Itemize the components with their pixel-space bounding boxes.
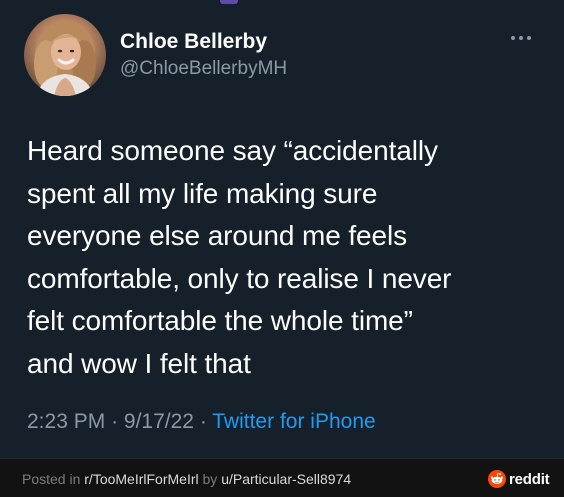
display-name[interactable]: Chloe Bellerby: [120, 30, 267, 54]
tweet-text-line: felt comfortable the whole time”: [27, 305, 413, 337]
avatar-image: [34, 20, 96, 96]
reddit-logo[interactable]: reddit: [488, 469, 550, 489]
reddit-footer: Posted in r/TooMeIrlForMeIrl by u/Partic…: [0, 458, 564, 497]
tweet-text-line: everyone else around me feels: [27, 220, 407, 252]
more-horizontal-icon: [511, 36, 531, 40]
meta-separator: ·: [199, 410, 213, 433]
tweet-text-line: comfortable, only to realise I never: [27, 262, 452, 294]
tweet-text-line: and wow I felt that: [27, 347, 251, 379]
reddit-alien-icon: [488, 470, 506, 488]
top-edge-accent: [220, 0, 238, 4]
tweet-time[interactable]: 2:23 PM: [27, 410, 105, 433]
tweet-source-link[interactable]: Twitter for iPhone: [212, 410, 375, 433]
tweet-metadata: 2:23 PM · 9/17/22 · Twitter for iPhone: [27, 410, 376, 434]
tweet-date[interactable]: 9/17/22: [124, 410, 194, 433]
user-handle[interactable]: @ChloeBellerbyMH: [120, 58, 287, 80]
posted-in-text: Posted in r/TooMeIrlForMeIrl by u/Partic…: [22, 471, 351, 487]
by-text: by: [198, 471, 222, 487]
subreddit-link[interactable]: r/TooMeIrlForMeIrl: [84, 471, 198, 487]
tweet-card: Chloe Bellerby @ChloeBellerbyMH Heard so…: [0, 0, 564, 458]
tweet-text: Heard someone say “accidentally spent al…: [27, 130, 547, 386]
tweet-text-line: Heard someone say “accidentally: [27, 135, 438, 166]
username-link[interactable]: u/Particular-Sell8974: [221, 471, 351, 487]
more-options-button[interactable]: [508, 30, 534, 46]
meta-separator: ·: [111, 410, 124, 433]
tweet-text-line: spent all my life making sure: [27, 177, 378, 209]
avatar[interactable]: [24, 14, 106, 96]
reddit-wordmark: reddit: [509, 470, 550, 488]
posted-in-prefix: Posted in: [22, 471, 85, 487]
